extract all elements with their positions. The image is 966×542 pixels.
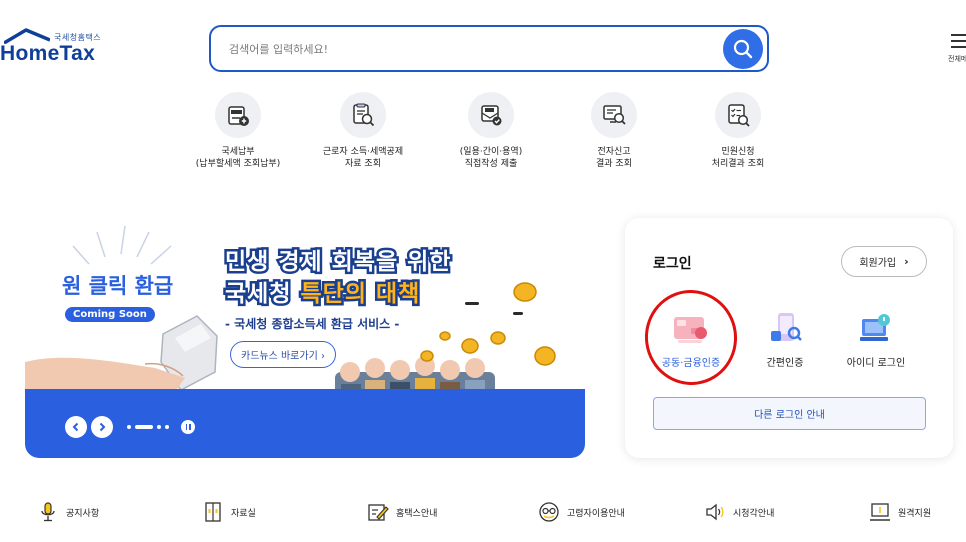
other-login-guide-button[interactable]: 다른 로그인 안내 (653, 397, 926, 430)
link-hometax-guide[interactable]: 홈택스안내 (366, 500, 437, 524)
quick-services: 국세납부 (납부할세액 조회납부) 근로자 소득·세액공제 자료 조회 (일용·… (0, 92, 966, 182)
search-box: 검색어를 입력하세요! (209, 25, 769, 72)
quick-item-tax-payment[interactable]: 국세납부 (납부할세액 조회납부) (173, 92, 303, 170)
quick-item-line2: 결과 조회 (596, 159, 632, 169)
login-method-label: 아이디 로그인 (846, 358, 906, 369)
link-label: 고령자이용안내 (567, 508, 625, 519)
bottom-links: 공지사항 자료실 홈택스안내 고령자이용안내 시청각안내 원격지원 (0, 500, 966, 530)
all-menu-label: 전체메뉴 (948, 55, 966, 63)
banner-headline-2: 국세청 특단의 대책 (223, 274, 422, 310)
logo-text: HomeTax (0, 42, 96, 65)
link-notice[interactable]: 공지사항 (36, 500, 99, 524)
link-elderly-guide[interactable]: 고령자이용안내 (537, 500, 625, 524)
link-label: 자료실 (231, 508, 256, 519)
chevron-right-icon: › (904, 255, 909, 268)
quick-item-line2: 자료 조회 (345, 159, 381, 169)
cardnews-label: 카드뉴스 바로가기 (241, 351, 318, 362)
hamburger-icon (951, 34, 966, 52)
search-input[interactable]: 검색어를 입력하세요! (229, 41, 328, 57)
quick-item-direct-submission[interactable]: (일용·간이·용역) 직접작성 제출 (426, 92, 556, 170)
banner-headline: 민생 경제 회복을 위한 (222, 247, 452, 278)
quick-item-line1: 근로자 소득·세액공제 (322, 147, 404, 157)
promo-banner[interactable]: 원 클릭 환급 Coming Soon 민생 경제 회복을 위한 국세청 특단의… (25, 212, 585, 458)
document-search-icon (340, 92, 386, 138)
search-icon (733, 39, 753, 59)
banner-pagination[interactable] (127, 425, 173, 429)
hometax-logo[interactable]: 국세청홈택스 HomeTax (0, 28, 120, 68)
all-menu-button[interactable]: 전체메뉴 (942, 30, 966, 70)
coming-soon-badge: Coming Soon (65, 307, 155, 322)
cardnews-link[interactable]: 카드뉴스 바로가기 › (230, 341, 336, 368)
cabinet-icon (201, 500, 225, 524)
quick-item-line2: 직접작성 제출 (464, 159, 518, 169)
login-title: 로그인 (653, 256, 692, 272)
checklist-search-icon (715, 92, 761, 138)
chevron-right-icon: › (320, 351, 325, 362)
quick-item-line1: 국세납부 (221, 147, 255, 157)
link-label: 시청각안내 (733, 508, 775, 519)
elderly-icon (537, 500, 561, 524)
link-label: 원격지원 (898, 508, 932, 519)
guide-edit-icon (366, 500, 390, 524)
id-login-monitor-icon (831, 306, 921, 352)
chevron-right-icon (99, 422, 106, 432)
login-method-simple-auth[interactable]: 간편인증 (740, 306, 830, 369)
banner-next-button[interactable] (91, 416, 113, 438)
tax-envelope-check-icon (468, 92, 514, 138)
link-archive[interactable]: 자료실 (201, 500, 256, 524)
banner-oneclick-title: 원 클릭 환급 (60, 272, 175, 300)
login-method-id[interactable]: 아이디 로그인 (831, 306, 921, 369)
link-label: 공지사항 (66, 508, 100, 519)
quick-item-income-deduction[interactable]: 근로자 소득·세액공제자료 조회 (298, 92, 428, 170)
banner-headline-prefix: 국세청 (223, 279, 301, 310)
banner-prev-button[interactable] (65, 416, 87, 438)
search-button[interactable] (723, 29, 763, 69)
microphone-icon (36, 500, 60, 524)
banner-subtitle: - 국세청 종합소득세 환급 서비스 - (225, 317, 400, 331)
signup-button[interactable]: 회원가입 › (841, 246, 927, 277)
tax-payment-icon (215, 92, 261, 138)
login-method-label: 간편인증 (766, 358, 804, 369)
quick-item-efiling-result[interactable]: 전자신고결과 조회 (549, 92, 679, 170)
speaker-icon (703, 500, 727, 524)
quick-item-line1: 민원신청 (721, 147, 755, 157)
quick-item-civil-result[interactable]: 민원신청처리결과 조회 (673, 92, 803, 170)
link-label: 홈택스안내 (396, 508, 438, 519)
banner-controls (65, 416, 195, 438)
phone-auth-icon (740, 306, 830, 352)
remote-support-icon (868, 500, 892, 524)
signup-label: 회원가입 (859, 258, 897, 269)
banner-headline-highlight: 특단의 대책 (298, 279, 422, 310)
chevron-left-icon (72, 422, 79, 432)
quick-item-line1: (일용·간이·용역) (459, 147, 523, 157)
link-audiovisual-guide[interactable]: 시청각안내 (703, 500, 774, 524)
quick-item-line1: 전자신고 (597, 147, 631, 157)
monitor-search-icon (591, 92, 637, 138)
banner-pause-button[interactable] (181, 420, 195, 434)
quick-item-line2: 처리결과 조회 (711, 159, 765, 169)
quick-item-line2: (납부할세액 조회납부) (195, 159, 281, 169)
link-remote-support[interactable]: 원격지원 (868, 500, 931, 524)
